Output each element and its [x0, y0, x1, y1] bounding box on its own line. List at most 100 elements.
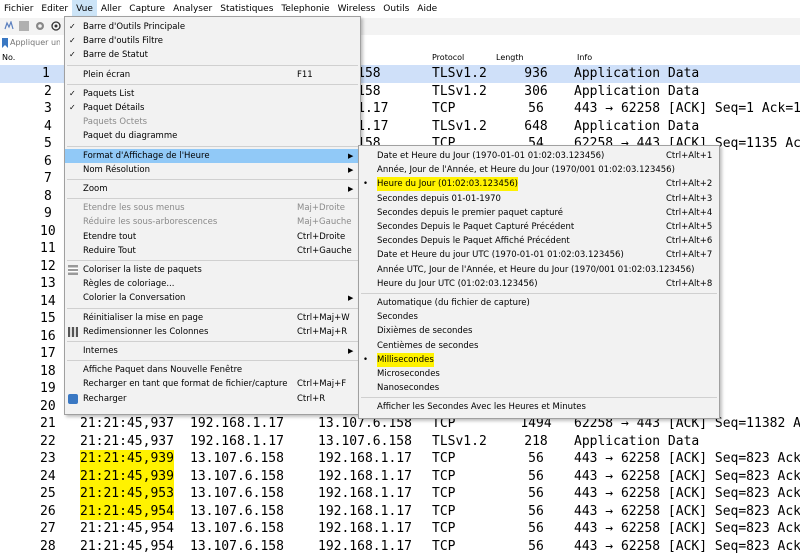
vue_menu-item[interactable]: Zoom▶	[65, 182, 360, 196]
time_menu-item[interactable]: Nanosecondes	[359, 381, 719, 395]
vue_menu-item[interactable]: Paquet du diagramme	[65, 129, 360, 143]
vue_menu-item[interactable]: Coloriser la liste de paquets	[65, 263, 360, 277]
stop-capture-icon[interactable]	[19, 21, 29, 31]
table-row[interactable]: 2621:21:45,95413.107.6.158192.168.1.17TC…	[0, 503, 800, 521]
time_menu-item[interactable]: •Millisecondes	[359, 353, 719, 367]
vue_menu-item[interactable]: Réinitialiser la mise en pageCtrl+Maj+W	[65, 311, 360, 325]
column-no[interactable]: No.	[2, 53, 15, 62]
resize-icon	[68, 327, 78, 337]
menu-item-shortcut: Ctrl+R	[297, 392, 325, 406]
table-row[interactable]: 2521:21:45,95313.107.6.158192.168.1.17TC…	[0, 485, 800, 503]
vue_menu-item[interactable]: Etendre les sous menusMaj+Droite	[65, 201, 360, 215]
restart-capture-icon[interactable]	[35, 21, 45, 31]
menu-aide[interactable]: Aide	[413, 0, 441, 18]
packet-number: 23	[40, 450, 56, 468]
time_menu-item[interactable]: Dixièmes de secondes	[359, 324, 719, 338]
packet-info: Application Data	[574, 65, 699, 83]
time_menu-item[interactable]: Date et Heure du Jour (1970-01-01 01:02:…	[359, 149, 719, 163]
packet-length: 56	[511, 468, 561, 486]
vue_menu-item[interactable]: ✓ Barre d'outils Filtre	[65, 34, 360, 48]
check-icon: ✓	[69, 48, 76, 62]
vue_menu-item[interactable]: Redimensionner les ColonnesCtrl+Maj+R	[65, 325, 360, 339]
time_menu-item[interactable]: Secondes Depuis le Paquet Affiché Précéd…	[359, 234, 719, 248]
menu-item-label: Afficher les Secondes Avec les Heures et…	[377, 400, 586, 414]
bookmark-icon[interactable]	[2, 38, 8, 48]
packet-number: 3	[44, 100, 52, 118]
vue_menu-item[interactable]: Format d'Affichage de l'Heure▶	[65, 149, 360, 163]
table-row[interactable]: 2421:21:45,93913.107.6.158192.168.1.17TC…	[0, 468, 800, 486]
vue_menu-item[interactable]: Règles de coloriage...	[65, 277, 360, 291]
packet-protocol: TLSv1.2	[432, 433, 487, 451]
menu-item-label: Paquet du diagramme	[83, 129, 177, 143]
menu-separator	[361, 293, 717, 294]
packet-length: 306	[511, 83, 561, 101]
submenu-arrow-icon: ▶	[348, 163, 353, 177]
menu-item-label: Secondes depuis le premier paquet captur…	[377, 206, 563, 220]
time_menu-item[interactable]: Afficher les Secondes Avec les Heures et…	[359, 400, 719, 414]
time_menu-item[interactable]: Secondes depuis 01-01-1970Ctrl+Alt+3	[359, 192, 719, 206]
packet-number: 18	[40, 363, 56, 381]
menu-item-label: Recharger en tant que format de fichier/…	[83, 377, 287, 391]
vue_menu-item[interactable]: Colorier la Conversation▶	[65, 291, 360, 305]
start-capture-icon[interactable]	[4, 21, 14, 31]
vue_menu-item[interactable]: ✓Paquets List	[65, 87, 360, 101]
packet-number: 9	[44, 205, 52, 223]
menu-fichier[interactable]: Fichier	[0, 0, 37, 18]
display-filter-input[interactable]	[10, 37, 60, 47]
vue_menu-item[interactable]: Recharger en tant que format de fichier/…	[65, 377, 360, 391]
vue_menu-item[interactable]: Paquets Octets	[65, 115, 360, 129]
packet-length: 648	[511, 118, 561, 136]
menu-item-label: Règles de coloriage...	[83, 277, 174, 291]
menu-item-shortcut: Ctrl+Maj+F	[297, 377, 346, 391]
vue_menu-item[interactable]: Etendre toutCtrl+Droite	[65, 230, 360, 244]
vue_menu-item[interactable]: Nom Résolution▶	[65, 163, 360, 177]
vue_menu-item[interactable]: ✓Barre de Statut	[65, 48, 360, 62]
time_menu-item[interactable]: •Heure du Jour (01:02:03.123456)Ctrl+Alt…	[359, 177, 719, 191]
table-row[interactable]: 2221:21:45,937192.168.1.1713.107.6.158TL…	[0, 433, 800, 451]
packet-number: 15	[40, 310, 56, 328]
vue_menu-item[interactable]: ✓Paquet Détails	[65, 101, 360, 115]
packet-number: 26	[40, 503, 56, 521]
packet-source: 13.107.6.158	[190, 450, 284, 468]
vue_menu-item[interactable]: Internes▶	[65, 344, 360, 358]
menu-separator	[67, 308, 358, 309]
table-row[interactable]: 2721:21:45,95413.107.6.158192.168.1.17TC…	[0, 520, 800, 538]
menu-item-label: Année UTC, Jour de l'Année, et Heure du …	[377, 263, 694, 277]
submenu-arrow-icon: ▶	[348, 344, 353, 358]
vue-dropdown-menu: ✓Barre d'Outils Principale✓Barre d'outil…	[64, 16, 361, 415]
vue_menu-item[interactable]: ✓Barre d'Outils Principale	[65, 20, 360, 34]
column-protocol[interactable]: Protocol	[432, 53, 464, 62]
menu-outils[interactable]: Outils	[379, 0, 413, 18]
packet-info: Application Data	[574, 83, 699, 101]
vue_menu-item[interactable]: Reduire ToutCtrl+Gauche	[65, 244, 360, 258]
time_menu-item[interactable]: Année UTC, Jour de l'Année, et Heure du …	[359, 263, 719, 277]
menu-separator	[67, 65, 358, 66]
time_menu-item[interactable]: Microsecondes	[359, 367, 719, 381]
table-row[interactable]: 2821:21:45,95413.107.6.158192.168.1.17TC…	[0, 538, 800, 555]
time_menu-item[interactable]: Centièmes de secondes	[359, 339, 719, 353]
packet-destination: 192.168.1.17	[318, 520, 412, 538]
vue_menu-item[interactable]: Affiche Paquet dans Nouvelle Fenêtre	[65, 363, 360, 377]
menu-separator	[67, 341, 358, 342]
check-icon: ✓	[69, 34, 76, 48]
menu-item-label: Barre d'outils Filtre	[83, 34, 163, 48]
packet-number: 28	[40, 538, 56, 555]
time_menu-item[interactable]: Date et Heure du jour UTC (1970-01-01 01…	[359, 248, 719, 262]
time_menu-item[interactable]: Secondes depuis le premier paquet captur…	[359, 206, 719, 220]
capture-options-icon[interactable]	[51, 21, 61, 31]
table-row[interactable]: 2321:21:45,93913.107.6.158192.168.1.17TC…	[0, 450, 800, 468]
menu-item-label: Redimensionner les Colonnes	[83, 325, 208, 339]
column-length[interactable]: Length	[496, 53, 524, 62]
packet-source: 192.168.1.17	[190, 433, 284, 451]
vue_menu-item[interactable]: Plein écranF11	[65, 68, 360, 82]
menu-separator	[67, 198, 358, 199]
time_menu-item[interactable]: Année, Jour de l'Année, et Heure du Jour…	[359, 163, 719, 177]
time_menu-item[interactable]: Secondes	[359, 310, 719, 324]
packet-protocol: TCP	[432, 468, 455, 486]
vue_menu-item[interactable]: Réduire les sous-arborescencesMaj+Gauche	[65, 215, 360, 229]
time_menu-item[interactable]: Secondes Depuis le Paquet Capturé Précéd…	[359, 220, 719, 234]
column-info[interactable]: Info	[577, 53, 592, 62]
time_menu-item[interactable]: Automatique (du fichier de capture)	[359, 296, 719, 310]
time_menu-item[interactable]: Heure du Jour UTC (01:02:03.123456)Ctrl+…	[359, 277, 719, 291]
vue_menu-item[interactable]: RechargerCtrl+R	[65, 392, 360, 406]
